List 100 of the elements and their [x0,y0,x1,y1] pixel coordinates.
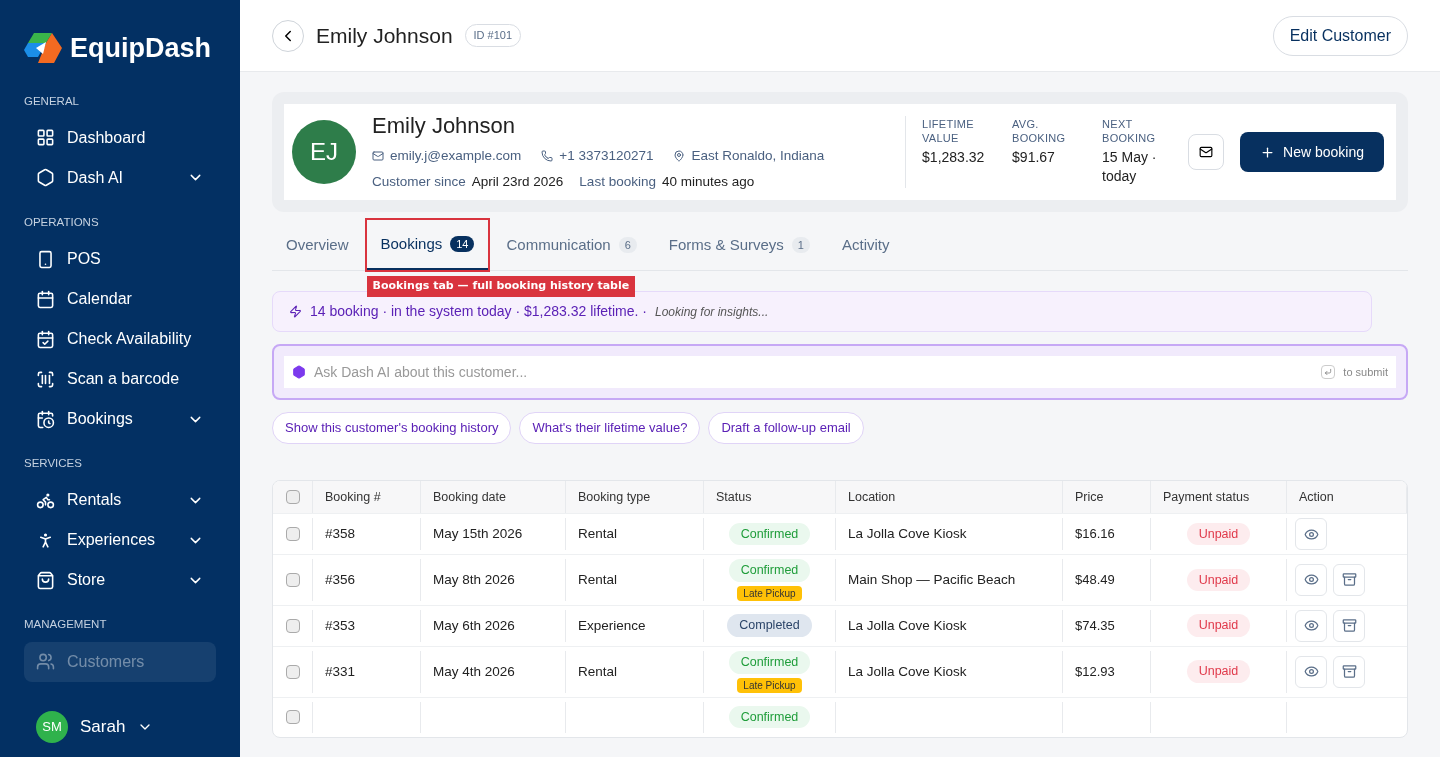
page-title: Emily Johnson [316,22,453,49]
section-heading: OPERATIONS [23,214,100,230]
sidebar-item[interactable]: Store [24,560,216,601]
new-booking-button[interactable]: New booking [1240,132,1384,172]
view-button[interactable] [1295,563,1327,596]
sidebar-item[interactable]: Bookings [24,399,216,439]
sidebar-item[interactable]: Experiences [24,520,216,561]
payment-badge: Unpaid [1186,660,1251,683]
count-badge: 6 [618,236,637,254]
sidebar-item[interactable]: POS [24,239,216,279]
bike-icon [36,490,55,510]
column-header: Location [848,488,896,506]
column-header: Payment status [1163,488,1250,506]
table-cell-text: May 6th 2026 [433,616,515,635]
user-name: Sarah [80,716,126,739]
shopping-bag-icon [36,570,55,590]
stat-value: $1,283.32 [922,147,986,167]
checkbox[interactable] [285,710,300,724]
view-button[interactable] [1295,655,1327,688]
status-badge: Confirmed [728,650,811,674]
phone-icon [541,149,554,162]
table-cell-text: May 8th 2026 [433,570,515,589]
sidebar-item[interactable]: Rentals [24,480,216,521]
column-header: Booking # [325,488,381,506]
suggestion-chip[interactable]: Draft a follow-up email [708,412,864,444]
archive-icon [1341,664,1357,680]
eye-icon [1303,618,1319,634]
column-header: Booking date [433,488,506,506]
grid-icon [36,128,55,148]
table-cell-text: Experience [578,616,646,635]
archive-button[interactable] [1333,609,1365,642]
table-cell-text: La Jolla Cove Kiosk [848,524,967,543]
customer-location: East Ronaldo, Indiana [691,146,825,165]
table-cell-text: May 4th 2026 [433,662,515,681]
table-cell-text: Rental [578,524,618,543]
tab[interactable]: Activity [828,220,904,270]
section-heading: GENERAL [23,93,80,109]
archive-button[interactable] [1333,563,1365,596]
column-header: Booking type [578,488,651,506]
ask-ai-input[interactable]: Ask Dash AI about this customer... [314,361,1314,383]
tab[interactable]: Overview [272,220,363,270]
table-cell-text: Rental [578,570,618,589]
sidebar-item[interactable]: Dash AI [24,157,216,198]
email-button[interactable] [1188,134,1225,170]
checkbox[interactable] [285,618,300,633]
stat-label: AVG. BOOKING [1012,118,1067,146]
brand-name: EquipDash [70,32,211,65]
column-header: Status [716,488,752,506]
customer-name: Emily Johnson [372,112,516,140]
table-cell-text: Main Shop — Pacific Beach [848,570,1016,589]
count-badge: 14 [450,235,475,253]
tab[interactable]: Forms & Surveys 1 [654,220,824,270]
sidebar-item[interactable]: Dashboard [24,117,216,158]
view-button[interactable] [1295,518,1327,550]
eye-icon [1303,572,1319,588]
hexagon-icon [36,168,55,188]
archive-button[interactable] [1333,655,1365,688]
field-value: 40 minutes ago [661,172,755,191]
table-cell-text: May 15th 2026 [433,524,523,543]
archive-icon [1341,618,1357,634]
checkbox[interactable] [285,664,300,679]
status-badge: Completed [727,614,812,638]
eye-icon [1303,526,1319,542]
enter-key-icon [1321,365,1336,379]
checkbox[interactable] [285,527,300,541]
plus-icon [1260,144,1276,160]
field-label: Customer since [372,172,466,191]
sidebar-item[interactable]: Check Availability [24,319,216,359]
table-cell-text: #331 [325,662,356,681]
table-cell-text: #356 [325,570,356,589]
tag-badge: Late Pickup [737,585,802,601]
eye-icon [1303,664,1319,680]
stat-label: NEXT BOOKING [1102,118,1157,146]
payment-badge: Unpaid [1186,614,1251,638]
field-value: April 23rd 2026 [471,172,564,191]
archive-icon [1341,572,1357,588]
table-cell-text: #358 [325,524,356,543]
table-cell-text: $16.16 [1075,525,1115,544]
payment-badge: Unpaid [1186,568,1251,592]
suggestion-chip[interactable]: What's their lifetime value? [519,412,701,444]
mail-icon [1199,145,1214,159]
checkbox[interactable] [285,572,300,587]
sidebar-item[interactable]: Scan a barcode [24,359,216,399]
customer-email: emily.j@example.com [390,146,522,165]
barcode-scan-icon [36,369,55,389]
map-pin-icon [673,149,686,162]
view-button[interactable] [1295,609,1327,642]
calendar-clock-icon [36,409,55,429]
count-badge: 1 [791,236,810,254]
table-cell-text: $12.93 [1075,662,1115,681]
sidebar-item[interactable]: Calendar [24,279,216,319]
table-cell-text: #353 [325,616,356,635]
ask-ai-field[interactable]: Ask Dash AI about this customer... to submit [284,356,1396,388]
payment-badge: Unpaid [1186,522,1251,546]
column-header: Action [1299,488,1334,506]
stat-value: $91.67 [1012,147,1056,167]
table-cell-text: Rental [578,662,618,681]
suggestion-chip[interactable]: Show this customer's booking history [272,412,512,444]
customer-avatar: EJ [292,120,356,184]
checkbox[interactable] [285,490,300,504]
